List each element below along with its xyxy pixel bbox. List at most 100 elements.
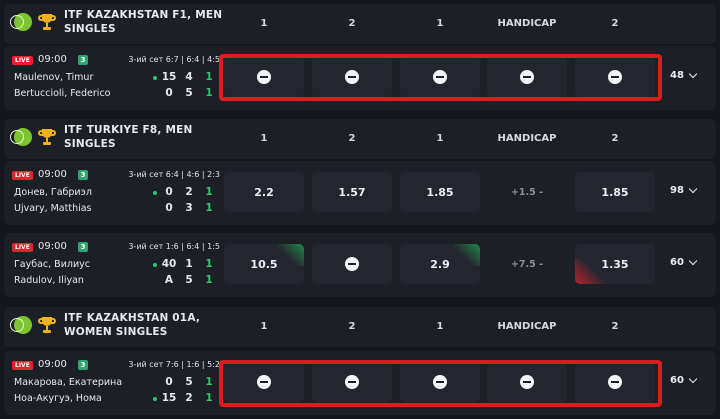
- home-sets: 1: [205, 71, 213, 83]
- more-markets-count: 48: [670, 70, 684, 81]
- column-header-2: 2: [348, 18, 356, 29]
- column-header-1: 1: [260, 18, 268, 29]
- match-row[interactable]: LIVE 09:00 3 3-ий сет 1:6 | 6:4 | 1:5 Га…: [4, 233, 716, 297]
- odd-value: 10.5: [250, 257, 278, 271]
- odd-value: 2.2: [254, 185, 274, 199]
- locked-icon: [520, 70, 534, 84]
- odd-value: 1.85: [426, 185, 454, 199]
- match-time: 09:00: [38, 54, 67, 65]
- tournament-header[interactable]: ITF TURKIYE F8, MEN SINGLES 1 2 1 HANDIC…: [4, 119, 716, 159]
- tournament-title: ITF KAZAKHSTAN F1, MEN SINGLES: [64, 9, 223, 35]
- home-games: 5: [185, 376, 193, 388]
- more-markets-button[interactable]: 60: [670, 374, 698, 386]
- odd-cell-locked: [312, 244, 392, 284]
- match-time: 09:00: [38, 241, 67, 252]
- odd-cell-locked: [224, 362, 304, 402]
- locked-icon: [608, 70, 622, 84]
- odd-cell[interactable]: 1.57: [312, 172, 392, 212]
- live-badge: LIVE: [12, 56, 33, 65]
- away-team[interactable]: Bertuccioli, Federico: [14, 88, 110, 99]
- handicap-value: +7.5 -: [487, 244, 567, 284]
- away-games: 2: [185, 392, 193, 404]
- odd-cell[interactable]: 2.9: [400, 244, 480, 284]
- odd-cell-locked: [487, 57, 567, 97]
- home-points: 0: [165, 376, 173, 388]
- odd-cell[interactable]: 1.85: [575, 172, 655, 212]
- home-team[interactable]: Донев, Габриэл: [14, 187, 92, 198]
- odd-cell[interactable]: 2.2: [224, 172, 304, 212]
- column-header-handicap: HANDICAP: [497, 18, 557, 29]
- odd-cell-locked: [400, 57, 480, 97]
- match-time: 09:00: [38, 169, 67, 180]
- serve-indicator-icon: [153, 397, 157, 401]
- stream-icon: 3: [78, 55, 88, 65]
- handicap-text: +1.5 -: [510, 186, 544, 198]
- locked-icon: [345, 257, 359, 271]
- match-time: 09:00: [38, 359, 67, 370]
- locked-icon: [345, 375, 359, 389]
- away-team[interactable]: Ноа-Акугуэ, Нома: [14, 393, 102, 404]
- locked-icon: [345, 70, 359, 84]
- odd-cell[interactable]: 1.35: [575, 244, 655, 284]
- odd-cell-locked: [575, 362, 655, 402]
- home-sets: 1: [205, 186, 213, 198]
- tournament-header[interactable]: ITF KAZAKHSTAN F1, MEN SINGLES 1 2 1 HAN…: [4, 4, 716, 44]
- column-header-2: 2: [348, 133, 356, 144]
- odd-cell-locked: [224, 57, 304, 97]
- away-sets: 1: [205, 392, 213, 404]
- away-games: 3: [185, 202, 193, 214]
- serve-indicator-icon: [153, 263, 157, 267]
- locked-icon: [608, 375, 622, 389]
- away-points: 0: [165, 87, 173, 99]
- odd-cell-locked: [400, 362, 480, 402]
- column-header-1: 1: [436, 18, 444, 29]
- column-header-2: 2: [611, 321, 619, 332]
- home-team[interactable]: Гаубас, Вилиус: [14, 259, 90, 270]
- odd-cell-locked: [312, 57, 392, 97]
- column-header-1: 1: [260, 133, 268, 144]
- stream-icon: 3: [78, 170, 88, 180]
- locked-icon: [520, 375, 534, 389]
- odd-cell[interactable]: 1.85: [400, 172, 480, 212]
- tournament-header[interactable]: ITF KAZAKHSTAN 01A, WOMEN SINGLES 1 2 1 …: [4, 307, 716, 347]
- handicap-value: +1.5 -: [487, 172, 567, 212]
- home-team[interactable]: Maulenov, Timur: [14, 72, 93, 83]
- chevron-down-icon: [688, 184, 698, 193]
- away-team[interactable]: Radulov, Iliyan: [14, 275, 84, 286]
- more-markets-count: 60: [670, 375, 684, 386]
- set-info: 3-ий сет 7:6 | 1:6 | 5:2: [128, 360, 220, 369]
- tournament-title: ITF TURKIYE F8, MEN SINGLES: [64, 124, 193, 150]
- tennis-ball-icon: [10, 316, 32, 334]
- more-markets-button[interactable]: 60: [670, 256, 698, 268]
- home-games: 2: [185, 186, 193, 198]
- locked-icon: [257, 375, 271, 389]
- odd-value: 2.9: [430, 257, 450, 271]
- home-team[interactable]: Макарова, Екатерина: [14, 377, 122, 388]
- away-sets: 1: [205, 87, 213, 99]
- column-header-2: 2: [348, 321, 356, 332]
- away-team[interactable]: Ujvary, Matthias: [14, 203, 92, 214]
- live-badge: LIVE: [12, 361, 33, 370]
- chevron-down-icon: [688, 256, 698, 265]
- serve-indicator-icon: [153, 76, 157, 80]
- more-markets-button[interactable]: 98: [670, 184, 698, 196]
- home-games: 4: [185, 71, 193, 83]
- tennis-ball-icon: [10, 13, 32, 31]
- odd-value: 1.35: [601, 257, 629, 271]
- match-row[interactable]: LIVE 09:00 3 3-ий сет 6:7 | 6:4 | 4:5 Ma…: [4, 46, 716, 110]
- match-row[interactable]: LIVE 09:00 3 3-ий сет 6:4 | 4:6 | 2:3 До…: [4, 161, 716, 225]
- match-row[interactable]: LIVE 09:00 3 3-ий сет 7:6 | 1:6 | 5:2 Ма…: [4, 351, 716, 415]
- column-header-1: 1: [260, 321, 268, 332]
- locked-icon: [433, 70, 447, 84]
- odd-cell[interactable]: 10.5: [224, 244, 304, 284]
- column-header-handicap: HANDICAP: [497, 133, 557, 144]
- away-points: 0: [165, 202, 173, 214]
- home-points: 0: [165, 186, 173, 198]
- home-sets: 1: [205, 258, 213, 270]
- locked-icon: [433, 375, 447, 389]
- more-markets-button[interactable]: 48: [670, 69, 698, 81]
- home-games: 1: [185, 258, 193, 270]
- live-badge: LIVE: [12, 243, 33, 252]
- handicap-text: +7.5 -: [510, 258, 544, 270]
- home-sets: 1: [205, 376, 213, 388]
